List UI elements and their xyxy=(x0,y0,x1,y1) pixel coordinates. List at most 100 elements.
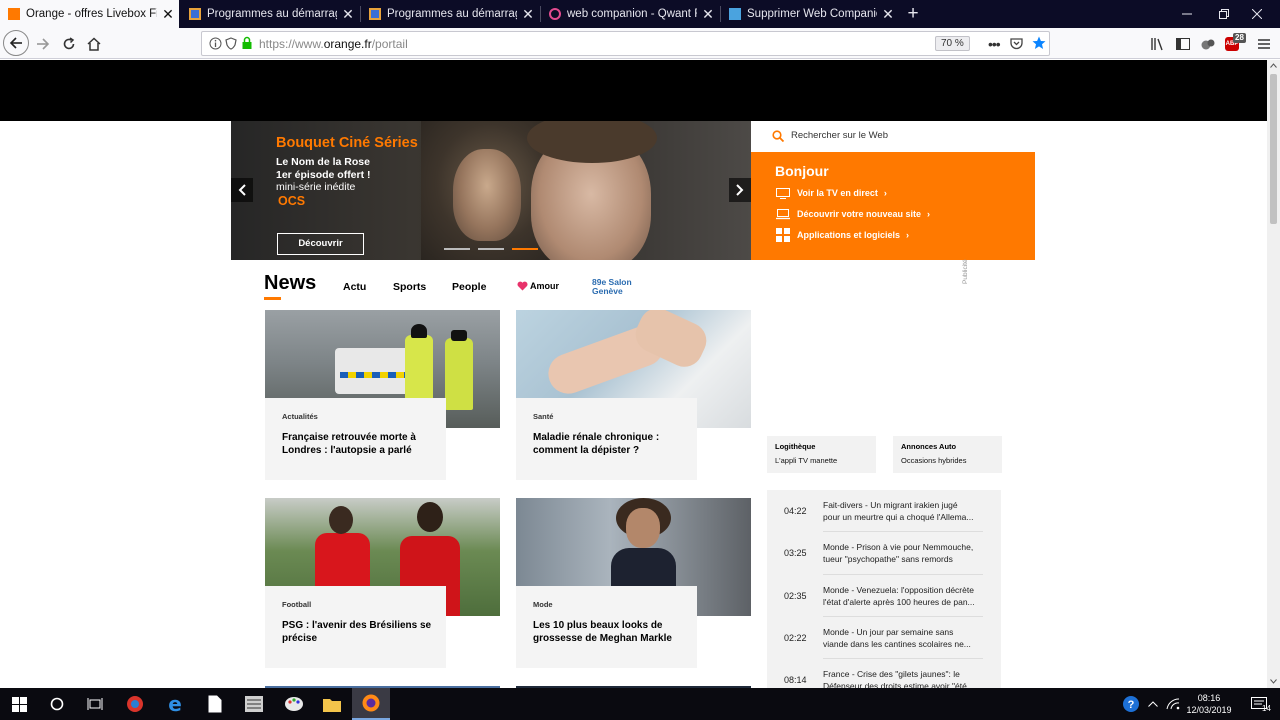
news-nav-amour[interactable]: Amour xyxy=(517,281,559,291)
scroll-down-icon[interactable] xyxy=(1270,679,1277,684)
news-card-category: Football xyxy=(282,600,312,609)
scroll-up-icon[interactable] xyxy=(1270,63,1277,68)
svg-text:?: ? xyxy=(1128,699,1135,711)
link-nouveau-site[interactable]: Découvrir votre nouveau site › xyxy=(775,207,930,221)
show-hidden-icons-button[interactable] xyxy=(1143,688,1163,720)
news-card-title[interactable]: PSG : l'avenir des Brésiliens se précise xyxy=(282,619,442,645)
scrollbar-thumb[interactable] xyxy=(1270,74,1277,224)
taskbar-app-explorer[interactable] xyxy=(313,688,351,720)
close-tab-icon[interactable]: ✕ xyxy=(517,6,539,23)
back-button[interactable] xyxy=(3,30,29,56)
taskbar-app-edge[interactable]: e xyxy=(156,688,194,720)
tv-icon xyxy=(775,186,791,200)
start-button[interactable] xyxy=(0,688,38,720)
promo-logitheque[interactable]: Logithèque L'appli TV manette xyxy=(767,436,876,473)
news-card-title[interactable]: Maladie rénale chronique : comment la dé… xyxy=(533,431,693,457)
cortana-button[interactable] xyxy=(38,688,76,720)
clock-time: 08:16 xyxy=(1197,693,1221,703)
carousel-dot-active[interactable] xyxy=(512,248,538,250)
link-label: Applications et logiciels xyxy=(797,230,901,240)
hero-carousel[interactable]: Bouquet Ciné Séries Le Nom de la Rose 1e… xyxy=(231,121,751,260)
new-tab-button[interactable]: + xyxy=(902,2,924,26)
flash-time: 02:35 xyxy=(784,591,807,601)
page-scrollbar[interactable] xyxy=(1267,60,1280,688)
extension-button[interactable] xyxy=(1196,32,1220,56)
minimize-icon xyxy=(1182,13,1192,15)
promo-subtitle: L'appli TV manette xyxy=(775,456,838,465)
news-card-caption: Mode Les 10 plus beaux looks de grossess… xyxy=(516,586,697,668)
carousel-dot[interactable] xyxy=(478,248,504,250)
ad-banner-area xyxy=(0,60,1267,121)
info-icon[interactable] xyxy=(209,37,222,55)
lock-icon[interactable] xyxy=(241,36,253,55)
news-card-title[interactable]: Française retrouvée morte à Londres : l'… xyxy=(282,431,442,457)
flash-item[interactable]: 02:35 Monde - Venezuela: l'opposition dé… xyxy=(767,582,1001,624)
flash-item[interactable]: 02:22 Monde - Un jour par semaine sans v… xyxy=(767,624,1001,666)
carousel-prev-button[interactable] xyxy=(231,178,253,202)
news-nav-people[interactable]: People xyxy=(452,281,486,293)
taskbar-app-terminal[interactable] xyxy=(235,688,273,720)
hero-discover-button[interactable]: Découvrir xyxy=(277,233,364,255)
forward-button[interactable] xyxy=(31,32,55,56)
close-tab-icon[interactable]: ✕ xyxy=(157,6,179,23)
task-view-button[interactable] xyxy=(76,688,114,720)
taskbar-app-firefox[interactable] xyxy=(352,688,390,720)
news-nav-actu[interactable]: Actu xyxy=(343,281,366,293)
library-icon xyxy=(1151,38,1163,51)
tab-qwant[interactable]: web companion - Qwant Reche ✕ xyxy=(541,0,719,28)
paint-palette-icon xyxy=(285,697,303,711)
news-card[interactable]: Football PSG : l'avenir des Brésiliens s… xyxy=(265,498,500,670)
search-input[interactable] xyxy=(791,130,1021,141)
link-tv-direct[interactable]: Voir la TV en direct › xyxy=(775,186,887,200)
taskbar-app-paint[interactable] xyxy=(275,688,313,720)
reload-button[interactable] xyxy=(57,32,81,56)
library-button[interactable] xyxy=(1146,32,1170,56)
link-applications[interactable]: Applications et logiciels › xyxy=(775,228,909,242)
taskbar-app-ccleaner[interactable] xyxy=(116,688,154,720)
system-clock[interactable]: 08:16 12/03/2019 xyxy=(1182,692,1236,716)
hero-title: Bouquet Ciné Séries xyxy=(276,135,418,151)
taskbar-app-notepad[interactable] xyxy=(196,688,234,720)
adblock-button[interactable]: ABP 28 xyxy=(1222,32,1246,56)
pocket-icon[interactable] xyxy=(1010,37,1023,55)
url-text[interactable]: https://www.orange.fr/portail xyxy=(259,37,408,51)
flash-time: 03:25 xyxy=(784,548,807,558)
close-tab-icon[interactable]: ✕ xyxy=(337,6,359,23)
close-window-button[interactable] xyxy=(1234,0,1280,28)
page-actions-icon[interactable]: ••• xyxy=(988,36,1001,52)
carousel-dot[interactable] xyxy=(444,248,470,250)
bookmark-star-icon[interactable] xyxy=(1032,36,1046,55)
news-nav-sports[interactable]: Sports xyxy=(393,281,426,293)
amour-label: Amour xyxy=(530,281,559,291)
sidebar-button[interactable] xyxy=(1171,32,1195,56)
flash-item[interactable]: 08:14 France - Crise des "gilets jaunes"… xyxy=(767,666,1001,688)
flash-item[interactable]: 04:22 Fait-divers - Un migrant irakien j… xyxy=(767,497,1001,539)
address-bar[interactable]: https://www.orange.fr/portail 70 % ••• xyxy=(201,31,1050,56)
tab-programmes-2[interactable]: Programmes au démarrage du ✕ xyxy=(361,0,539,28)
promo-annonces-auto[interactable]: Annonces Auto Occasions hybrides xyxy=(893,436,1002,473)
search-icon[interactable] xyxy=(772,130,784,142)
close-tab-icon[interactable]: ✕ xyxy=(697,6,719,23)
action-center-button[interactable]: 14 xyxy=(1240,688,1278,720)
network-button[interactable] xyxy=(1162,688,1184,720)
tab-programmes-1[interactable]: Programmes au démarrage du ✕ xyxy=(181,0,359,28)
tab-orange[interactable]: Orange - offres Livebox Fibre et ✕ xyxy=(0,0,179,28)
news-card[interactable]: Actualités Française retrouvée morte à L… xyxy=(265,310,500,482)
web-page: Bouquet Ciné Séries Le Nom de la Rose 1e… xyxy=(0,60,1267,688)
news-nav-salon-geneve[interactable]: 89e Salon Genève xyxy=(592,278,632,296)
zoom-level-button[interactable]: 70 % xyxy=(935,36,970,51)
menu-button[interactable] xyxy=(1252,32,1276,56)
tab-supprimer[interactable]: Supprimer Web Companion - C ✕ xyxy=(721,0,899,28)
tracking-shield-icon[interactable] xyxy=(225,37,237,55)
carousel-next-button[interactable] xyxy=(729,178,751,202)
news-card[interactable]: Mode Les 10 plus beaux looks de grossess… xyxy=(516,498,751,670)
home-button[interactable] xyxy=(82,32,106,56)
news-card-title[interactable]: Les 10 plus beaux looks de grossesse de … xyxy=(533,619,693,645)
close-tab-icon[interactable]: ✕ xyxy=(877,6,899,23)
ad-label: Publicité xyxy=(962,259,969,284)
news-card[interactable]: Santé Maladie rénale chronique : comment… xyxy=(516,310,751,482)
notification-count: 14 xyxy=(1262,704,1271,713)
flash-line2: pour un meurtre qui a choqué l'Allema... xyxy=(823,512,974,522)
chevron-right-icon: › xyxy=(927,209,931,219)
flash-line1: Fait-divers - Un migrant irakien jugé xyxy=(823,500,958,510)
